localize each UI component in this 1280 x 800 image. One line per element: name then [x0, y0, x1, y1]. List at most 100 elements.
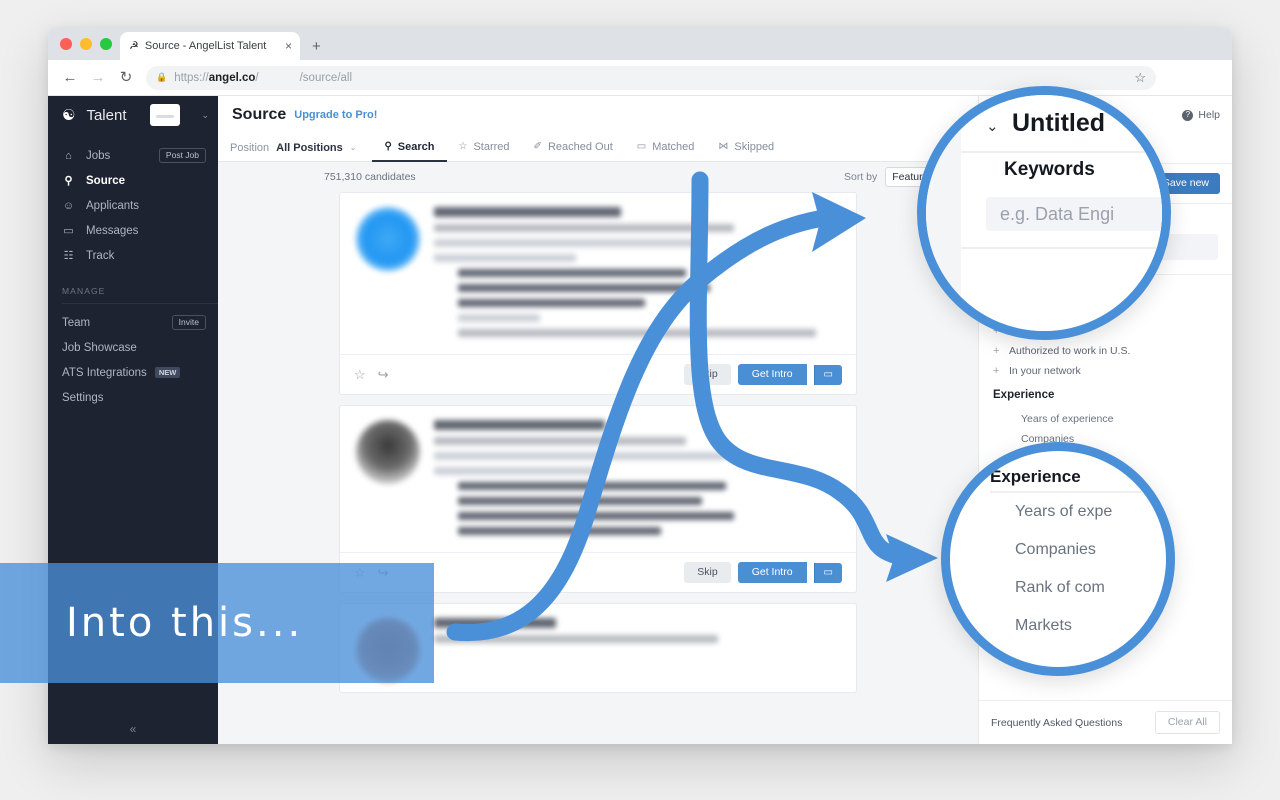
company-switcher[interactable] [150, 104, 181, 126]
avatar [356, 420, 420, 484]
filter-years-of-experience[interactable]: Years of experience [993, 409, 1218, 429]
bookmark-star-icon[interactable]: ☆ [1134, 70, 1146, 86]
angellist-logo-icon: ☯ [62, 106, 76, 124]
position-filter-value[interactable]: All Positions [276, 142, 343, 154]
star-icon: ☆ [458, 141, 468, 152]
filter-markets[interactable]: Markets [993, 469, 1218, 489]
sidebar-item-jobs[interactable]: ⌂ Jobs Post Job [48, 143, 218, 168]
skip-button[interactable]: Skip [684, 562, 731, 583]
tab-reached-out[interactable]: ✐ Reached Out [522, 134, 625, 162]
sidebar: ☯ Talent ⌄ ⌂ Jobs Post Job ⚲ Source ☺ Ap… [48, 96, 218, 744]
page-header: Source Upgrade to Pro! [218, 96, 978, 134]
message-icon[interactable]: ▭ [813, 364, 842, 385]
filter-rank-of-companies[interactable]: Rank of companies [993, 449, 1218, 469]
window-controls[interactable] [60, 38, 112, 50]
clear-all-button[interactable]: Clear All [1154, 711, 1220, 734]
tab-label: Matched [652, 140, 695, 153]
address-bar[interactable]: 🔒 https://angel.co/ /source/all ☆ [146, 65, 1156, 90]
paper-plane-icon: ✐ [533, 141, 542, 152]
filter-open-to-working-remotely[interactable]: + Open to working remotely [979, 281, 1232, 301]
keywords-group: Keywords e.g. Data Engineer [979, 204, 1232, 266]
candidate-card[interactable] [339, 603, 857, 693]
sidebar-item-label: Job Showcase [62, 341, 137, 354]
sidebar-item-job-showcase[interactable]: Job Showcase [48, 335, 218, 360]
upgrade-link[interactable]: Upgrade to Pro! [294, 109, 377, 121]
saved-search-title[interactable]: ⌄ Untitled [979, 134, 1232, 164]
search-icon: ⚲ [64, 175, 73, 187]
sidebar-manage-nav: Team Invite Job Showcase ATS Integration… [48, 310, 218, 410]
maximize-window-button[interactable] [100, 38, 112, 50]
sidebar-item-settings[interactable]: Settings [48, 385, 218, 410]
position-filter-label: Position [230, 141, 270, 154]
chevron-down-icon[interactable]: ⌄ [201, 110, 209, 121]
sort-control[interactable]: Sort by Featured ⌄ [844, 167, 964, 187]
tab-skipped[interactable]: ⋈ Skipped [706, 134, 786, 162]
browser-tabstrip: ☭ Source - AngelList Talent × + [48, 28, 1232, 60]
sidebar-item-messages[interactable]: ▭ Messages [48, 218, 218, 243]
sidebar-item-label: Source [86, 174, 125, 187]
sidebar-item-track[interactable]: ☷ Track [48, 243, 218, 268]
browser-tab-title: Source - AngelList Talent [144, 40, 267, 52]
get-intro-button[interactable]: Get Intro [737, 562, 807, 583]
star-icon[interactable]: ☆ [354, 367, 366, 383]
chevron-down-icon[interactable]: ⌄ [350, 143, 357, 152]
post-job-button[interactable]: Post Job [158, 148, 206, 163]
filter-in-your-network[interactable]: + In your network [979, 361, 1232, 381]
chat-icon: ▭ [63, 225, 74, 237]
filter-label: Skills [1009, 325, 1034, 337]
action-buttons: Skip Get Intro ▭ [684, 364, 842, 385]
filter-degrees[interactable]: Degrees [993, 509, 1218, 529]
sidebar-item-source[interactable]: ⚲ Source [48, 168, 218, 193]
collapse-sidebar-button[interactable]: « [48, 722, 218, 736]
keywords-input[interactable]: e.g. Data Engineer [993, 234, 1218, 260]
sidebar-item-team[interactable]: Team Invite [48, 310, 218, 335]
close-window-button[interactable] [60, 38, 72, 50]
tab-search[interactable]: ⚲ Search [372, 134, 447, 162]
chevron-down-icon[interactable]: ⌄ [993, 143, 1001, 154]
message-icon[interactable]: ▭ [813, 562, 842, 583]
share-icon[interactable]: ↪ [378, 367, 389, 383]
view-tabbar: Position All Positions ⌄ ⚲ Search ☆ Star… [218, 134, 978, 162]
skip-button[interactable]: Skip [684, 364, 731, 385]
filter-panel: ? Help ⌄ Untitled Save new Keywords e.g.… [978, 96, 1232, 744]
calendar-icon: ☷ [63, 250, 74, 262]
filter-skills[interactable]: + Skills [979, 321, 1232, 341]
tab-label: Search [397, 140, 435, 153]
tab-starred[interactable]: ☆ Starred [447, 134, 522, 162]
close-icon[interactable]: × [283, 40, 294, 52]
sidebar-item-ats-integrations[interactable]: ATS Integrations NEW [48, 360, 218, 385]
candidate-list[interactable]: ☆ ↪ Skip Get Intro ▭ ☆ ↪ Skip Get Intro … [218, 192, 978, 744]
save-new-button[interactable]: Save new [1151, 173, 1220, 194]
filter-label: Authorized to work in U.S. [1009, 345, 1131, 357]
sidebar-item-label: Messages [86, 224, 139, 237]
experience-heading: Experience [993, 389, 1055, 401]
sidebar-item-applicants[interactable]: ☺ Applicants [48, 193, 218, 218]
sidebar-nav: ⌂ Jobs Post Job ⚲ Source ☺ Applicants ▭ [48, 143, 218, 268]
candidate-card[interactable]: ☆ ↪ Skip Get Intro ▭ [339, 192, 857, 395]
filter-authorized-to-work-in-us[interactable]: + Authorized to work in U.S. [979, 341, 1232, 361]
sort-select[interactable]: Featured ⌄ [885, 167, 964, 187]
help-link[interactable]: ? Help [1182, 109, 1220, 121]
minimize-window-button[interactable] [80, 38, 92, 50]
new-tab-button[interactable]: + [312, 39, 321, 54]
faq-link[interactable]: Frequently Asked Questions [991, 717, 1122, 729]
filter-majors[interactable]: Majors [993, 489, 1218, 509]
sidebar-brand[interactable]: ☯ Talent ⌄ [48, 96, 218, 134]
sidebar-item-label: Team [62, 316, 91, 329]
tab-matched[interactable]: ▭ Matched [625, 134, 707, 162]
sidebar-divider [62, 303, 218, 304]
reload-icon[interactable]: ↻ [118, 70, 134, 85]
browser-tab[interactable]: ☭ Source - AngelList Talent × [120, 32, 300, 60]
star-icon[interactable]: ☆ [354, 565, 366, 581]
back-icon[interactable]: ← [62, 70, 78, 85]
filter-label: Markets [1021, 473, 1059, 485]
forward-icon[interactable]: → [90, 70, 106, 85]
filter-companies[interactable]: Companies [993, 429, 1218, 449]
app-root: ☯ Talent ⌄ ⌂ Jobs Post Job ⚲ Source ☺ Ap… [48, 96, 1232, 744]
share-icon[interactable]: ↪ [378, 565, 389, 581]
candidate-card[interactable]: ☆ ↪ Skip Get Intro ▭ [339, 405, 857, 593]
get-intro-button[interactable]: Get Intro [737, 364, 807, 385]
save-row: Save new [979, 164, 1232, 204]
invite-button[interactable]: Invite [171, 315, 206, 330]
filter-looking-for[interactable]: + Looking for [979, 301, 1232, 321]
